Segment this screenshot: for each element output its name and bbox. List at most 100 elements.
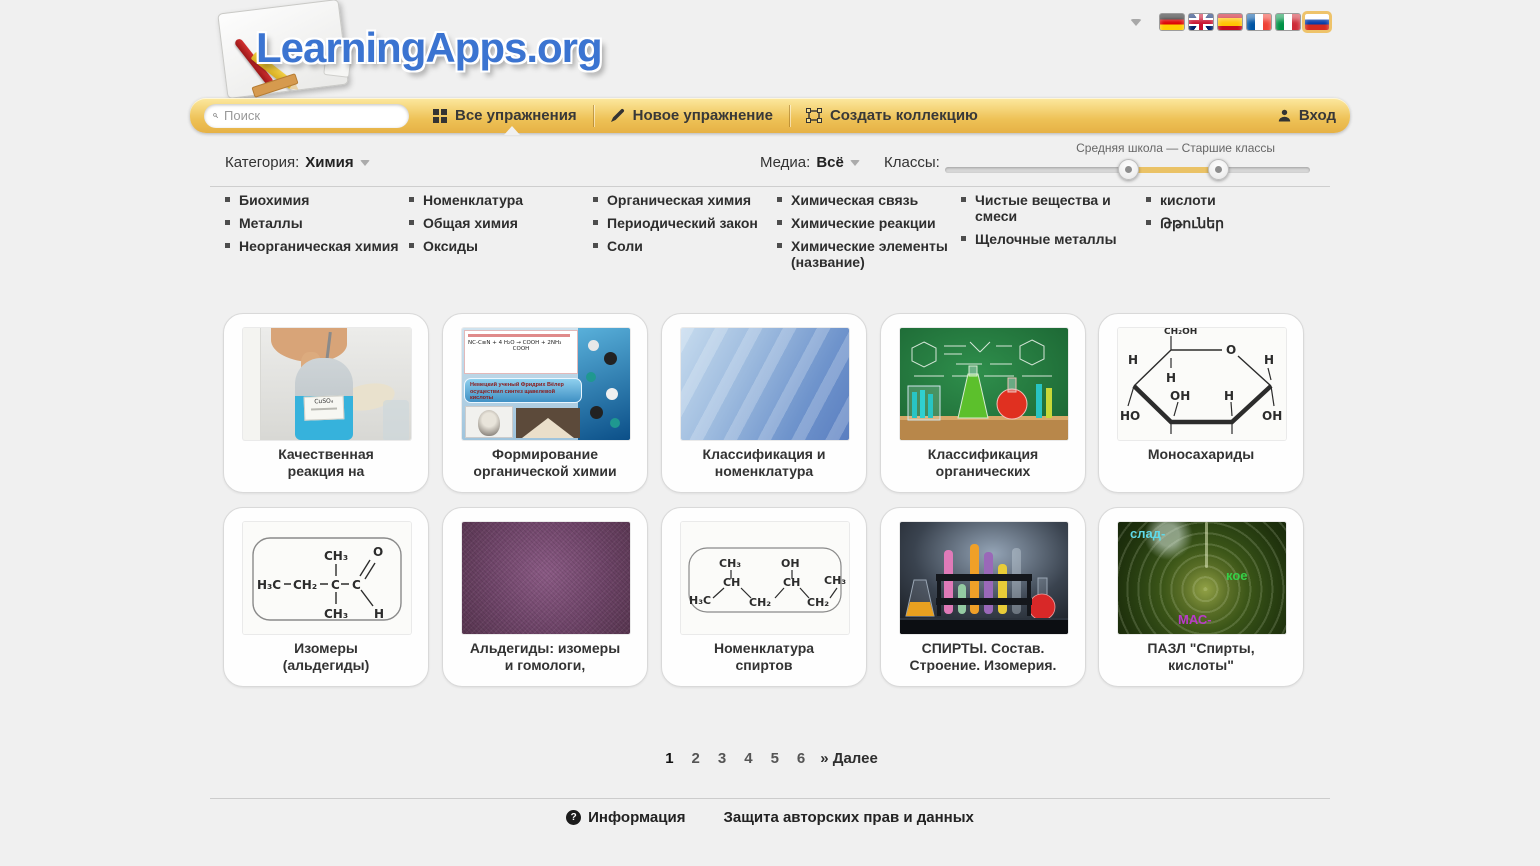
subcategory-link[interactable]: Общая химия [409,215,585,231]
classes-label-text: Классы: [884,154,940,171]
card-image-alcohol-formula: H₃C CH CH₃ CH₂ CH OH CH₂ CH₃ [681,522,849,634]
exercise-card[interactable]: Классификацияорганических [880,313,1086,493]
category-filter[interactable]: Категория: Химия [225,154,370,171]
card-image-organic-chemistry-history: NC-C≡N + 4 H₂O → COOH + 2NH₃ COOH Немецк… [462,328,630,440]
exercise-card[interactable]: H₃C CH₂ C C CH₃ CH₃ O H Изомеры(альдегид… [223,507,429,687]
footer-copyright-link[interactable]: Защита авторских прав и данных [723,809,973,826]
bullet-icon [961,236,966,241]
category-value: Химия [305,154,353,171]
exercise-card[interactable]: Классификация иноменклатура [661,313,867,493]
subcategory-label: Неорганическая химия [239,238,399,254]
subcategory-link[interactable]: Щелочные металлы [961,231,1137,247]
divider [210,798,1330,799]
page-4[interactable]: 4 [741,750,755,767]
card-image-green-chalkboard [900,328,1068,440]
subcategory-link[interactable]: Номенклатура [409,192,585,208]
page-6[interactable]: 6 [794,750,808,767]
site-logo-text[interactable]: LearningApps.org [256,24,602,72]
scientist-portrait [465,406,513,438]
exercise-card[interactable]: H₃C CH CH₃ CH₂ CH OH CH₂ CH₃ Номенклатур… [661,507,867,687]
nav-all-exercises[interactable]: Все упражнения [433,107,577,124]
page-3[interactable]: 3 [715,750,729,767]
exercise-card[interactable]: NC-C≡N + 4 H₂O → COOH + 2NH₃ COOH Немецк… [442,313,648,493]
page-5[interactable]: 5 [768,750,782,767]
molecule-atom [588,340,599,351]
flag-es-icon[interactable] [1218,14,1242,30]
nav-login[interactable]: Вход [1278,107,1336,124]
bullet-icon [777,220,782,225]
flag-de-icon[interactable] [1160,14,1184,30]
molecule-panel [578,328,630,440]
subcategory-link[interactable]: Неорганическая химия [225,238,401,254]
subcategory-link[interactable]: Периодический закон [593,215,769,231]
media-filter[interactable]: Медиа: Всё [760,154,860,171]
subcategory-list: Биохимия Металлы Неорганическая химия Но… [190,192,1350,282]
bottle-label: CuSO₄ [304,395,345,420]
subcategory-label: Металлы [239,215,303,231]
bullet-icon [225,243,230,248]
subcategory-link[interactable]: Соли [593,238,769,254]
bullet-icon [777,197,782,202]
nav-new-exercise[interactable]: Новое упражнение [610,107,773,124]
subcategory-link[interactable]: Органическая химия [593,192,769,208]
question-icon: ? [566,810,581,825]
exercise-card[interactable]: СПИРТЫ. Состав.Строение. Изомерия. [880,507,1086,687]
exercise-card[interactable]: слад- кое МАС- ПАЗЛ "Спирты,кислоты" [1098,507,1304,687]
card-image-water-drop-puzzle: слад- кое МАС- [1118,522,1286,634]
formula-label: CH [783,576,800,589]
bullet-icon [593,197,598,202]
next-page-link[interactable]: » Далее [820,750,878,767]
subcategory-label: Оксиды [423,238,478,254]
bullet-icon [1146,220,1151,225]
formula-label: CH₂ [749,596,771,609]
formula-label: CH₂ [807,596,829,609]
card-image-purple-texture [462,522,630,634]
subcategory-link[interactable]: Химическая связь [777,192,959,208]
bullet-icon [593,220,598,225]
subcategory-link[interactable]: Оксиды [409,238,585,254]
bullet-icon [225,220,230,225]
subcategory-link[interactable]: кислоти [1146,192,1322,208]
subcategory-link[interactable]: Биохимия [225,192,401,208]
card-title: Классификацияорганических [889,446,1077,480]
card-title: Изомеры(альдегиды) [232,640,420,674]
formula-label: OH [781,557,800,570]
page-1[interactable]: 1 [662,750,676,767]
subcategory-column: Органическая химия Периодический закон С… [593,192,769,261]
bottle-label-text: CuSO₄ [314,398,333,406]
classes-slider-handle-left[interactable] [1118,159,1139,180]
nav-create-collection[interactable]: Создать коллекцию [806,107,978,124]
subcategory-link[interactable]: Химические реакции [777,215,959,231]
subcategory-link[interactable]: Металлы [225,215,401,231]
page-2[interactable]: 2 [689,750,703,767]
molecule-atom [586,372,596,382]
subcategory-label: Химические элементы (название) [791,238,959,270]
search-box[interactable] [204,104,409,128]
formula-label: CH₃ [719,557,741,570]
formula-label: CH [723,576,740,589]
footer-info-link[interactable]: ? Информация [566,809,685,826]
bullet-icon [409,243,414,248]
exercise-card[interactable]: CH₂OH O H H H OH H HO OH Моносахариды [1098,313,1304,493]
card-title: Формированиеорганической химии [451,446,639,480]
nav-all-exercises-label: Все упражнения [455,107,577,124]
exercise-card[interactable]: Альдегиды: изомерыи гомологи, [442,507,648,687]
nav-separator [789,105,790,127]
flag-ru-icon-selected[interactable] [1305,14,1329,30]
exercise-card[interactable]: CuSO₄ Качественнаяреакция на [223,313,429,493]
card-image-monosaccharide-ring: CH₂OH O H H H OH H HO OH [1118,328,1286,440]
search-input[interactable] [224,108,400,123]
flag-fr-icon[interactable] [1247,14,1271,30]
formula-label: H [1128,353,1138,367]
powder-photo [516,408,580,438]
subcategory-link[interactable]: Թթուներ [1146,215,1322,231]
subcategory-link[interactable]: Чистые вещества и смеси [961,192,1137,224]
language-dropdown-icon[interactable] [1130,19,1142,26]
classes-slider-handle-right[interactable] [1208,159,1229,180]
subcategory-label: Химические реакции [791,215,936,231]
media-value: Всё [816,154,844,171]
flag-en-icon[interactable] [1189,14,1213,30]
subcategory-link[interactable]: Химические элементы (название) [777,238,959,270]
flag-it-icon[interactable] [1276,14,1300,30]
portrait-head [478,410,500,436]
